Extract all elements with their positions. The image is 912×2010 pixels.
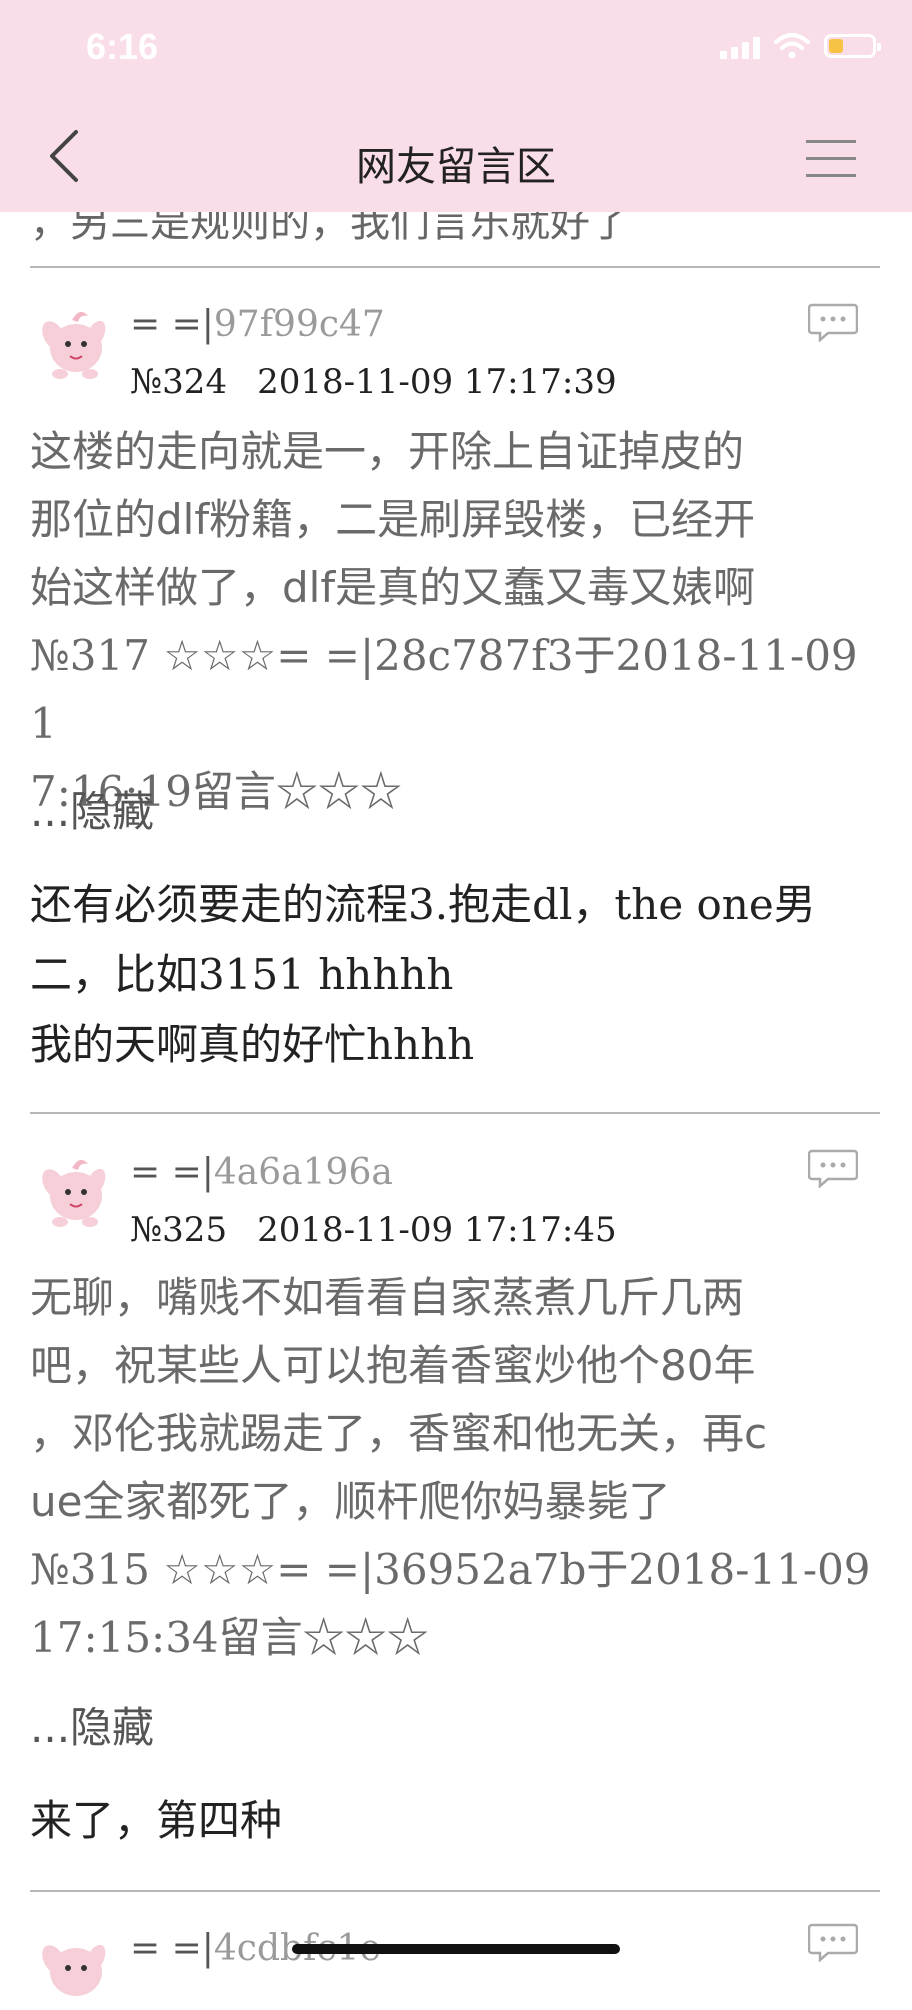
page-title: 网友留言区: [356, 144, 556, 190]
status-time: 6:16: [86, 26, 159, 67]
wifi-icon: [774, 33, 810, 59]
signal-icon: [720, 33, 760, 59]
avatar-icon[interactable]: [34, 300, 114, 386]
comment-icon[interactable]: [808, 302, 858, 342]
username[interactable]: = =|4a6a196a: [130, 1152, 393, 1193]
quoted-message: 无聊，嘴贱不如看看自家蒸煮几斤几两 吧，祝某些人可以抱着香蜜炒他个80年 ，邓伦…: [30, 1264, 890, 1672]
reply-line: 来了，第四种: [30, 1796, 283, 1845]
quote-line: 始这样做了，dlf是真的又蠢又毒又婊啊: [30, 563, 756, 612]
quoted-message: 这楼的走向就是一，开除上自证掉皮的 那位的dlf粉籍，二是刷屏毁楼，已经开 始这…: [30, 418, 890, 826]
quote-line: 17:15:34留言☆☆☆: [30, 1613, 429, 1662]
nav-header: 6:16 网友留言区: [0, 0, 912, 212]
reply-line: 我的天啊真的好忙hhhh: [30, 1020, 475, 1069]
reply-line: 还有必须要走的流程3.抱走dl，the one男: [30, 880, 816, 929]
post-datetime: 2018-11-09 17:17:39: [257, 362, 617, 402]
hide-button[interactable]: ...隐藏: [30, 1694, 154, 1755]
username[interactable]: = =|97f99c47: [130, 304, 385, 345]
home-indicator[interactable]: [292, 1944, 620, 1954]
avatar-icon[interactable]: [34, 1924, 114, 2010]
quote-line: 吧，祝某些人可以抱着香蜜炒他个80年: [30, 1341, 756, 1390]
post-meta: №325 2018-11-09 17:17:45: [130, 1210, 617, 1250]
hide-button[interactable]: ...隐藏: [30, 778, 154, 839]
quote-line: ue全家都死了，顺杆爬你妈暴毙了: [30, 1477, 671, 1526]
divider: [30, 1112, 880, 1114]
divider: [30, 1890, 880, 1892]
comment-icon[interactable]: [808, 1922, 858, 1962]
post-meta: №324 2018-11-09 17:17:39: [130, 362, 617, 402]
battery-icon: [824, 34, 881, 58]
username-prefix: = =|: [130, 1152, 214, 1193]
divider: [30, 266, 880, 268]
post-datetime: 2018-11-09 17:17:45: [257, 1210, 617, 1250]
status-icons: [720, 32, 881, 60]
quote-line: 7:16:19留言☆☆☆: [30, 767, 402, 816]
menu-icon[interactable]: [806, 140, 856, 184]
username-prefix: = =|: [130, 1928, 214, 1969]
user-id: 4a6a196a: [213, 1152, 393, 1193]
reply-text: 还有必须要走的流程3.抱走dl，the one男 二，比如3151 hhhhh …: [30, 870, 890, 1080]
post-number: №325: [130, 1210, 228, 1250]
reply-text: 来了，第四种: [30, 1786, 890, 1856]
quote-line: 那位的dlf粉籍，二是刷屏毁楼，已经开: [30, 495, 756, 544]
quote-line: №317 ☆☆☆= =|28c787f3于2018-11-09 1: [30, 631, 858, 748]
user-id: 97f99c47: [213, 304, 385, 345]
comment-icon[interactable]: [808, 1148, 858, 1188]
quote-line: 这楼的走向就是一，开除上自证掉皮的: [30, 427, 745, 476]
username-prefix: = =|: [130, 304, 214, 345]
quote-line: 无聊，嘴贱不如看看自家蒸煮几斤几两: [30, 1273, 745, 1322]
avatar-icon[interactable]: [34, 1148, 114, 1234]
reply-line: 二，比如3151 hhhhh: [30, 950, 454, 999]
quote-line: №315 ☆☆☆= =|36952a7b于2018-11-09: [30, 1545, 871, 1594]
post-number: №324: [130, 362, 228, 402]
quote-line: ，邓伦我就踢走了，香蜜和他无关，再c: [30, 1409, 768, 1458]
